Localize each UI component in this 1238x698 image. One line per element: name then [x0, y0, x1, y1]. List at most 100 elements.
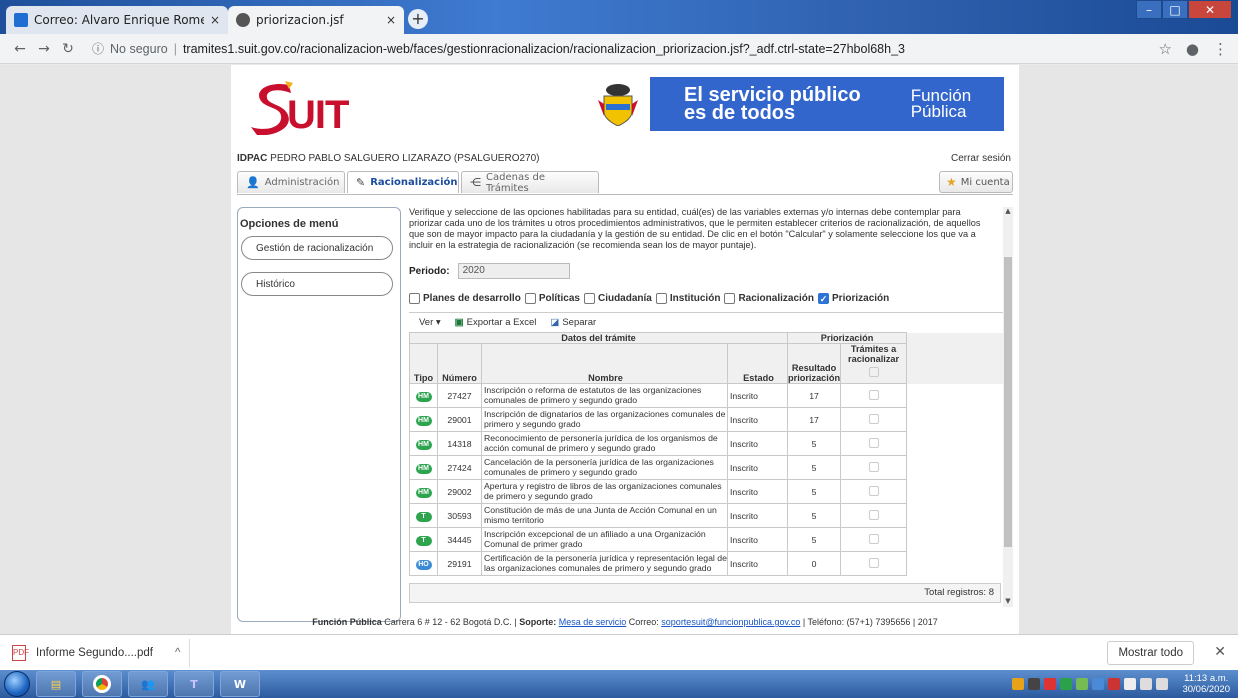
- col-tramites-label: Trámites a racionalizar: [848, 344, 900, 364]
- table-row[interactable]: HM 14318 Reconocimiento de personería jurí…: [409, 431, 1003, 456]
- table-row[interactable]: HO 29191 Certificación de la personería ju…: [409, 551, 1003, 576]
- view-menu[interactable]: Ver ▾: [419, 317, 441, 328]
- tab-label: Cadenas de Trámites: [486, 171, 545, 194]
- detach-button[interactable]: ◪ Separar: [550, 317, 596, 328]
- cell-estado: Inscrito: [727, 479, 788, 504]
- menu-kebab-icon[interactable]: ⋮: [1213, 40, 1228, 58]
- col-tramites-racionalizar[interactable]: Trámites a racionalizar: [840, 343, 908, 384]
- checkbox[interactable]: [583, 293, 595, 304]
- taskbar-chrome[interactable]: [82, 671, 122, 697]
- tab-racionalizacion[interactable]: ✎ Racionalización: [347, 171, 459, 193]
- url-field[interactable]: ⓘ No seguro | tramites1.suit.gov.co/raci…: [92, 40, 905, 57]
- tray-icon[interactable]: [1076, 678, 1089, 690]
- table-row[interactable]: HM 29001 Inscripción de dignatarios de las…: [409, 407, 1003, 432]
- menu-item-historico[interactable]: Histórico: [241, 272, 393, 296]
- row-checkbox[interactable]: [868, 485, 879, 496]
- info-icon[interactable]: ⓘ: [92, 40, 104, 57]
- cell-tipo: T: [409, 503, 438, 528]
- export-excel-button[interactable]: ▣ Exportar a Excel: [455, 317, 537, 328]
- close-icon[interactable]: ×: [210, 13, 220, 27]
- tray-icon[interactable]: [1060, 678, 1073, 690]
- tray-icon[interactable]: [1012, 678, 1025, 690]
- col-resultado[interactable]: Resultado priorización: [786, 343, 842, 384]
- profile-icon[interactable]: ●: [1186, 40, 1199, 58]
- table-row[interactable]: HM 29002 Apertura y registro de libros de …: [409, 479, 1003, 504]
- filter-priorizacion[interactable]: ✓ Priorización: [818, 293, 889, 304]
- window-close-button[interactable]: ✕: [1188, 0, 1232, 19]
- row-checkbox[interactable]: [868, 509, 879, 520]
- maximize-button[interactable]: □: [1162, 0, 1188, 19]
- select-all-checkbox[interactable]: [868, 367, 879, 377]
- close-icon[interactable]: ✕: [1214, 643, 1226, 660]
- filter-racionalizacion[interactable]: Racionalización: [724, 293, 814, 304]
- my-account-button[interactable]: ★ Mi cuenta: [939, 171, 1013, 193]
- content-scrollbar[interactable]: ▲ ▼: [1003, 207, 1013, 607]
- government-banner: El servicio público es de todos Función …: [586, 77, 1004, 131]
- checkbox[interactable]: [655, 293, 667, 304]
- filter-institucion[interactable]: Institución: [655, 293, 720, 304]
- browser-toolbar: ☆ ● ⋮: [1158, 40, 1228, 58]
- tray-icon[interactable]: [1092, 678, 1105, 690]
- filter-ciudadania[interactable]: Ciudadanía: [583, 293, 652, 304]
- checkbox[interactable]: [524, 293, 536, 304]
- filter-politicas[interactable]: Políticas: [524, 293, 580, 304]
- new-tab-button[interactable]: +: [408, 9, 428, 29]
- cell-resultado: 5: [786, 527, 842, 552]
- row-checkbox[interactable]: [868, 413, 879, 424]
- scroll-thumb[interactable]: [1004, 257, 1012, 547]
- row-checkbox[interactable]: [868, 437, 879, 448]
- checkbox[interactable]: [409, 293, 420, 304]
- tab-administracion[interactable]: 👤 Administración: [237, 171, 345, 193]
- table-row[interactable]: HM 27427 Inscripción o reforma de estatuto…: [409, 383, 1003, 408]
- filter-planes[interactable]: Planes de desarrollo: [409, 293, 521, 304]
- tray-icon[interactable]: [1044, 678, 1057, 690]
- table-row[interactable]: T 34445 Inscripción excepcional de un afil…: [409, 527, 1003, 552]
- minimize-button[interactable]: –: [1136, 0, 1162, 19]
- start-button[interactable]: [4, 671, 30, 697]
- menu-item-gestion[interactable]: Gestión de racionalización: [241, 236, 393, 260]
- taskbar-explorer[interactable]: ▤: [36, 671, 76, 697]
- back-icon[interactable]: ←: [10, 41, 30, 57]
- taskbar-teams[interactable]: T: [174, 671, 214, 697]
- reload-icon[interactable]: ↻: [58, 41, 78, 57]
- scroll-down-icon[interactable]: ▼: [1003, 597, 1013, 607]
- chevron-up-icon[interactable]: ^: [175, 647, 180, 659]
- row-checkbox[interactable]: [868, 557, 879, 568]
- network-icon[interactable]: [1140, 678, 1153, 690]
- tab-correo[interactable]: Correo: Alvaro Enrique Romero C ×: [6, 6, 228, 34]
- show-all-button[interactable]: Mostrar todo: [1107, 641, 1194, 665]
- col-tipo[interactable]: Tipo: [409, 343, 438, 384]
- checkbox[interactable]: [724, 293, 736, 304]
- row-checkbox[interactable]: [868, 533, 879, 544]
- checkbox-checked[interactable]: ✓: [818, 293, 830, 304]
- support-link[interactable]: Mesa de servicio: [559, 617, 627, 627]
- taskbar-word[interactable]: W: [220, 671, 260, 697]
- row-checkbox[interactable]: [868, 461, 879, 472]
- module-tabs: 👤 Administración ✎ Racionalización ⋲ Cad…: [237, 171, 601, 195]
- cell-tramites: [840, 407, 908, 432]
- row-checkbox[interactable]: [868, 389, 879, 400]
- tab-priorizacion[interactable]: priorizacion.jsf ×: [228, 6, 404, 34]
- tray-icon[interactable]: [1124, 678, 1137, 690]
- table-row[interactable]: T 30593 Constitución de más de una Junta d…: [409, 503, 1003, 528]
- clock[interactable]: 11:13 a.m. 30/06/2020: [1182, 673, 1230, 695]
- tab-cadenas-tramites[interactable]: ⋲ Cadenas de Trámites: [461, 171, 599, 194]
- tray-icon[interactable]: [1028, 678, 1041, 690]
- table-row[interactable]: HM 27424 Cancelación de la personería jurí…: [409, 455, 1003, 480]
- col-numero[interactable]: Número: [437, 343, 482, 384]
- logout-link[interactable]: Cerrar sesión: [951, 153, 1011, 164]
- tray-icon[interactable]: [1108, 678, 1121, 690]
- bookmark-star-icon[interactable]: ☆: [1158, 40, 1171, 58]
- group-header-priorizacion: Priorización: [786, 332, 908, 344]
- download-item[interactable]: PDF Informe Segundo....pdf ^: [12, 638, 190, 667]
- email-link[interactable]: soportesuit@funcionpublica.gov.co: [661, 617, 800, 627]
- col-nombre[interactable]: Nombre: [481, 343, 728, 384]
- volume-icon[interactable]: [1156, 678, 1169, 690]
- close-icon[interactable]: ×: [386, 13, 396, 27]
- address-bar: ← → ↻ ⓘ No seguro | tramites1.suit.gov.c…: [0, 34, 1238, 64]
- forward-icon[interactable]: →: [34, 41, 54, 57]
- taskbar-users[interactable]: 👥: [128, 671, 168, 697]
- scroll-up-icon[interactable]: ▲: [1003, 207, 1013, 217]
- col-estado[interactable]: Estado: [727, 343, 788, 384]
- my-account-label: Mi cuenta: [960, 176, 1010, 188]
